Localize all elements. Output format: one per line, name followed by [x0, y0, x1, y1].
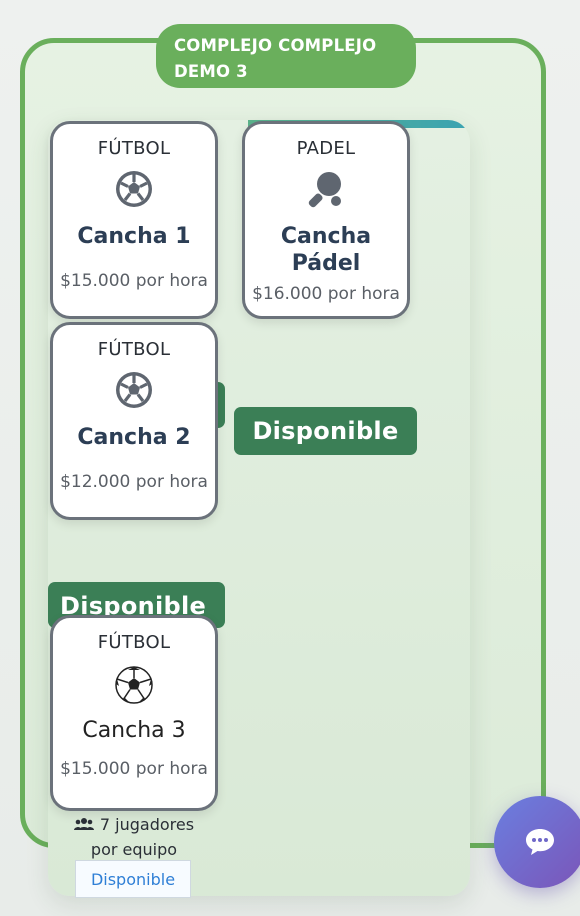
complex-title: COMPLEJO COMPLEJO DEMO 3	[156, 24, 416, 88]
court-sport: FÚTBOL	[97, 632, 171, 653]
court-card-cancha-2[interactable]: FÚTBOL Cancha 2 $12.000 por hora	[50, 322, 218, 520]
court-sport: FÚTBOL	[97, 339, 171, 360]
court-name: Cancha 3	[82, 718, 186, 743]
paddle-racket-icon	[306, 169, 346, 209]
soccer-ball-icon	[114, 370, 154, 410]
court-sport: FÚTBOL	[97, 138, 171, 159]
status-badge-available[interactable]: Disponible	[234, 407, 417, 455]
court-price: $15.000 por hora	[60, 759, 208, 779]
court-name: Cancha 2	[77, 425, 191, 450]
court-card-cancha-1[interactable]: FÚTBOL Cancha 1 $15.000 por hora	[50, 121, 218, 319]
court-name: Cancha Pádel	[280, 224, 372, 276]
soccer-ball-icon	[114, 169, 154, 209]
soccer-ball-emoji-icon	[114, 665, 154, 705]
court-sport: PADEL	[296, 138, 356, 159]
players-per-team: 7 jugadores por equipo	[64, 813, 204, 862]
court-price: $16.000 por hora	[252, 284, 400, 304]
chat-button[interactable]	[494, 796, 580, 888]
court-card-cancha-3[interactable]: FÚTBOL Cancha 3 $15.000 por hora	[50, 615, 218, 811]
page: COMPLEJO COMPLEJO DEMO 3 Disponible Disp…	[0, 0, 580, 916]
availability-badge[interactable]: Disponible	[75, 860, 191, 898]
players-text: 7 jugadores por equipo	[90, 815, 195, 859]
court-card-cancha-padel[interactable]: PADEL Cancha Pádel $16.000 por hora	[242, 121, 410, 319]
court-price: $15.000 por hora	[60, 271, 208, 291]
chat-bubble-icon	[526, 829, 554, 855]
court-name: Cancha 1	[77, 224, 191, 249]
court-price: $12.000 por hora	[60, 472, 208, 492]
people-icon	[73, 814, 94, 838]
